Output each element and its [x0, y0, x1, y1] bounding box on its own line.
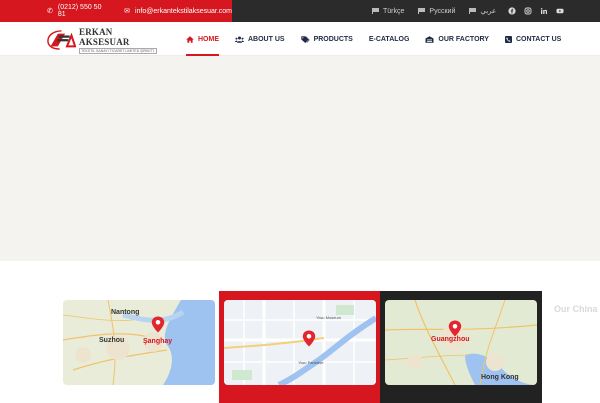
users-icon: [235, 36, 244, 43]
map-card-guangzhou[interactable]: Guangzhou Hong Kong: [380, 291, 542, 403]
nav-label-home: HOME: [198, 35, 219, 43]
map-guangzhou[interactable]: Guangzhou Hong Kong: [385, 300, 537, 385]
main-nav: HOME ABOUT US PRODUCTS E-CATALOG OUR FAC…: [186, 22, 577, 56]
flag-icon: [469, 8, 477, 14]
social-links: [508, 0, 564, 22]
linkedin-icon[interactable]: [540, 7, 548, 15]
nav-label-factory: OUR FACTORY: [438, 35, 489, 43]
map-pin-icon: [448, 320, 462, 337]
map-card-yiwu[interactable]: Yiwu Museum Yiwu Paradise: [219, 291, 381, 403]
nav-label-contact: CONTACT US: [515, 35, 562, 43]
map-card-shanghai[interactable]: Nantong Suzhou Şanghay: [58, 291, 220, 403]
email-address: info@erkantekstilaksesuar.com: [135, 7, 232, 15]
flag-icon: [418, 8, 426, 14]
facebook-icon[interactable]: [508, 7, 516, 15]
main-header: ERKAN AKSESUAR TEKSTİL SANAYİ TİCARET Lİ…: [0, 22, 600, 56]
factory-icon: [425, 35, 434, 43]
map-label-yiwu-paradise: Yiwu Paradise: [298, 360, 324, 365]
nav-home[interactable]: HOME: [186, 22, 219, 56]
map-yiwu[interactable]: Yiwu Museum Yiwu Paradise: [224, 300, 376, 385]
hero-banner: [0, 56, 600, 261]
map-label-suzhou: Suzhou: [99, 337, 125, 344]
map-label-shanghai: Şanghay: [143, 338, 173, 345]
nav-label-ecatalog: E-CATALOG: [368, 35, 410, 43]
phone-link[interactable]: ✆ (0212) 550 50 81: [47, 4, 108, 18]
logo-mark-icon: [47, 30, 76, 50]
map-shanghai[interactable]: Nantong Suzhou Şanghay: [63, 300, 215, 385]
nav-label-products: PRODUCTS: [313, 35, 353, 43]
language-switcher: Türkçe Русский عربي: [372, 0, 496, 22]
phone-square-icon: [504, 35, 512, 43]
nav-products[interactable]: PRODUCTS: [300, 22, 353, 56]
nav-factory[interactable]: OUR FACTORY: [425, 22, 489, 56]
language-russian[interactable]: Русский: [418, 8, 455, 15]
section-title: Our China: [554, 304, 598, 314]
map-label-nantong: Nantong: [111, 309, 140, 316]
home-icon: [186, 35, 194, 43]
logo-name: ERKAN AKSESUAR: [79, 26, 130, 47]
contact-strip: ✆ (0212) 550 50 81 ✉ info@erkantekstilak…: [0, 0, 232, 22]
top-bar: ✆ (0212) 550 50 81 ✉ info@erkantekstilak…: [0, 0, 600, 22]
email-link[interactable]: ✉ info@erkantekstilaksesuar.com: [124, 7, 232, 16]
nav-ecatalog[interactable]: E-CATALOG: [369, 22, 410, 56]
language-arabic[interactable]: عربي: [469, 7, 496, 15]
flag-icon: [372, 8, 379, 14]
nav-label-about: ABOUT US: [248, 35, 285, 43]
phone-icon: ✆: [47, 8, 53, 15]
nav-about[interactable]: ABOUT US: [235, 22, 285, 56]
nav-contact[interactable]: CONTACT US: [504, 22, 562, 56]
site-logo[interactable]: ERKAN AKSESUAR TEKSTİL SANAYİ TİCARET Lİ…: [47, 26, 157, 54]
tags-icon: [300, 35, 310, 43]
map-graphic: [224, 300, 376, 385]
youtube-icon[interactable]: [556, 7, 564, 15]
map-pin-icon: [151, 316, 165, 333]
language-turkish[interactable]: Türkçe: [372, 8, 404, 15]
logo-subtitle: TEKSTİL SANAYİ TİCARET LİMİTED ŞİRKETİ: [79, 47, 157, 54]
map-pin-icon: [302, 330, 316, 347]
map-label-guangzhou: Guangzhou: [431, 336, 470, 343]
map-label-yiwu-museum: Yiwu Museum: [316, 315, 341, 320]
instagram-icon[interactable]: [524, 7, 532, 15]
phone-number: (0212) 550 50 81: [57, 4, 102, 18]
envelope-icon: ✉: [124, 8, 131, 15]
map-label-hongkong: Hong Kong: [481, 374, 519, 381]
